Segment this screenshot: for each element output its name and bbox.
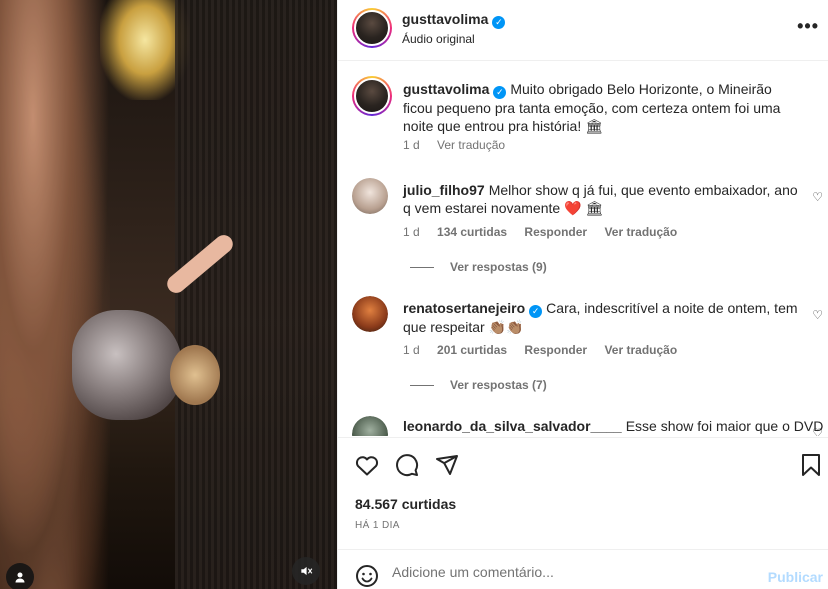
emoji-icon[interactable] [355, 564, 379, 589]
caption-author-avatar[interactable] [352, 76, 392, 116]
performer-head-region [170, 345, 220, 405]
commenter-avatar[interactable] [352, 416, 388, 436]
verified-badge-icon: ✓ [493, 86, 507, 99]
commenter-avatar[interactable] [352, 296, 388, 332]
comment-username[interactable]: leonardo_da_silva_salvador____ [403, 418, 622, 434]
replies-divider [410, 385, 434, 387]
muted-speaker-icon[interactable] [292, 557, 320, 585]
verified-badge-icon: ✓ [492, 16, 506, 29]
send-icon[interactable] [434, 452, 460, 478]
view-replies-link[interactable]: Ver respostas (9) [410, 260, 547, 274]
crowd-image-region [0, 0, 110, 589]
comment-likes[interactable]: 201 curtidas [437, 343, 507, 357]
comment-text: leonardo_da_silva_salvador____ Esse show … [403, 418, 824, 434]
post-time: HÁ 1 DIA [355, 520, 400, 531]
comment-like-heart-icon[interactable]: ♡ [812, 426, 823, 436]
comment-input[interactable] [392, 562, 752, 582]
comment-meta: 1 d 201 curtidas Responder Ver tradução [403, 343, 691, 357]
commenter-avatar[interactable] [352, 178, 388, 214]
comment-translate-link[interactable]: Ver tradução [604, 343, 677, 357]
performer-image-region [72, 310, 182, 420]
comment-translate-link[interactable]: Ver tradução [604, 225, 677, 239]
comment-text: julio_filho97 Melhor show q já fui, que e… [403, 182, 798, 216]
heart-icon[interactable] [354, 452, 380, 478]
comment-time: 1 d [403, 225, 420, 239]
publish-button[interactable]: Publicar [768, 569, 823, 585]
caption-text: gusttavolima ✓ Muito obrigado Belo Horizon… [403, 81, 781, 134]
post-header: gusttavolima ✓ Áudio original ••• [338, 0, 828, 61]
more-options-icon[interactable]: ••• [797, 16, 819, 37]
stage-image-region [175, 0, 337, 589]
comment-like-heart-icon[interactable]: ♡ [812, 308, 823, 322]
comments-list[interactable]: gusttavolima ✓ Muito obrigado Belo Horizon… [338, 62, 828, 436]
caption-translate-link[interactable]: Ver tradução [437, 138, 505, 152]
reel-video[interactable] [0, 0, 337, 589]
post-details-panel: gusttavolima ✓ Áudio original ••• gusttav… [337, 0, 828, 589]
view-replies-link[interactable]: Ver respostas (7) [410, 378, 547, 392]
comment-like-heart-icon[interactable]: ♡ [812, 190, 823, 204]
comment-likes[interactable]: 134 curtidas [437, 225, 507, 239]
author-avatar[interactable] [352, 8, 392, 48]
replies-divider [410, 267, 434, 269]
comment-time: 1 d [403, 343, 420, 357]
comment-reply-link[interactable]: Responder [524, 225, 587, 239]
post-actions: 84.567 curtidas HÁ 1 DIA [338, 437, 828, 549]
comment-username[interactable]: julio_filho97 [403, 182, 485, 198]
add-comment-bar: Publicar [338, 549, 828, 589]
comment-icon[interactable] [394, 452, 420, 478]
likes-count[interactable]: 84.567 curtidas [355, 496, 456, 512]
comment-username[interactable]: renatosertanejeiro ✓ [403, 300, 543, 318]
comment-text: renatosertanejeiro ✓ Cara, indescritível a… [403, 300, 798, 335]
caption-time: 1 d [403, 138, 420, 152]
audio-link[interactable]: Áudio original [402, 32, 475, 46]
comment-reply-link[interactable]: Responder [524, 343, 587, 357]
author-username[interactable]: gusttavolima ✓ [402, 11, 506, 29]
caption-username[interactable]: gusttavolima ✓ [403, 81, 507, 99]
bookmark-icon[interactable] [798, 452, 824, 478]
comment-meta: 1 d 134 curtidas Responder Ver tradução [403, 225, 691, 239]
user-tag-icon[interactable] [6, 563, 34, 589]
verified-badge-icon: ✓ [529, 305, 543, 318]
caption-meta: 1 d Ver tradução [403, 138, 519, 152]
